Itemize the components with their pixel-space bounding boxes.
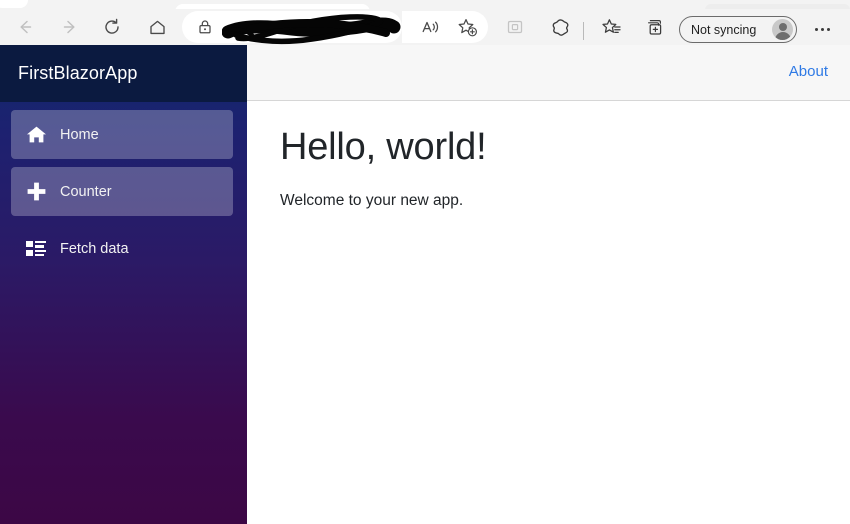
address-bar[interactable] — [182, 9, 402, 45]
sidebar-item-label: Counter — [60, 183, 112, 200]
app-sidebar: FirstBlazorApp Home Counter Fetch data — [0, 45, 247, 524]
browser-window: Not syncing FirstBlazorApp Home Counter … — [0, 0, 850, 524]
app-brand[interactable]: FirstBlazorApp — [18, 63, 137, 84]
url-redaction-scribble — [221, 9, 402, 45]
favorites-icon[interactable] — [596, 12, 626, 42]
collections-icon[interactable] — [640, 12, 670, 42]
sidebar-item-home[interactable]: Home — [11, 110, 233, 159]
list-icon — [25, 238, 47, 260]
tab-strip — [0, 0, 850, 20]
avatar — [772, 19, 793, 40]
read-aloud-icon[interactable] — [415, 12, 445, 42]
lock-icon[interactable] — [196, 18, 214, 36]
copilot-icon[interactable] — [545, 12, 575, 42]
sidebar-item-fetch-data[interactable]: Fetch data — [11, 224, 233, 273]
sidebar-item-label: Fetch data — [60, 240, 129, 257]
app-main: Hello, world! Welcome to your new app. — [247, 102, 850, 210]
settings-and-more-icon[interactable] — [808, 17, 836, 41]
add-favorite-icon[interactable] — [452, 12, 482, 42]
page-title: Hello, world! — [280, 126, 487, 168]
web-page-viewport: FirstBlazorApp Home Counter Fetch data A… — [0, 45, 850, 524]
about-link[interactable]: About — [789, 63, 828, 80]
toolbar-divider — [583, 22, 584, 40]
sidebar-nav: Home Counter Fetch data — [0, 102, 247, 281]
refresh-icon[interactable] — [97, 12, 127, 42]
sidebar-item-label: Home — [60, 126, 99, 143]
app-content: About Hello, world! Welcome to your new … — [247, 45, 850, 524]
browser-tab[interactable] — [0, 0, 28, 8]
app-topbar: About — [247, 45, 850, 101]
home-icon — [25, 124, 47, 146]
profile-button[interactable]: Not syncing — [679, 16, 797, 43]
browser-toolbar: Not syncing — [0, 9, 850, 45]
split-screen-icon[interactable] — [500, 12, 530, 42]
sync-status-label: Not syncing — [691, 22, 757, 37]
forward-icon[interactable] — [55, 12, 85, 42]
sidebar-item-counter[interactable]: Counter — [11, 167, 233, 216]
back-icon[interactable] — [10, 12, 40, 42]
plus-icon — [25, 181, 47, 203]
home-icon[interactable] — [142, 12, 172, 42]
sidebar-header: FirstBlazorApp — [0, 45, 247, 102]
page-subtitle: Welcome to your new app. — [280, 191, 464, 209]
